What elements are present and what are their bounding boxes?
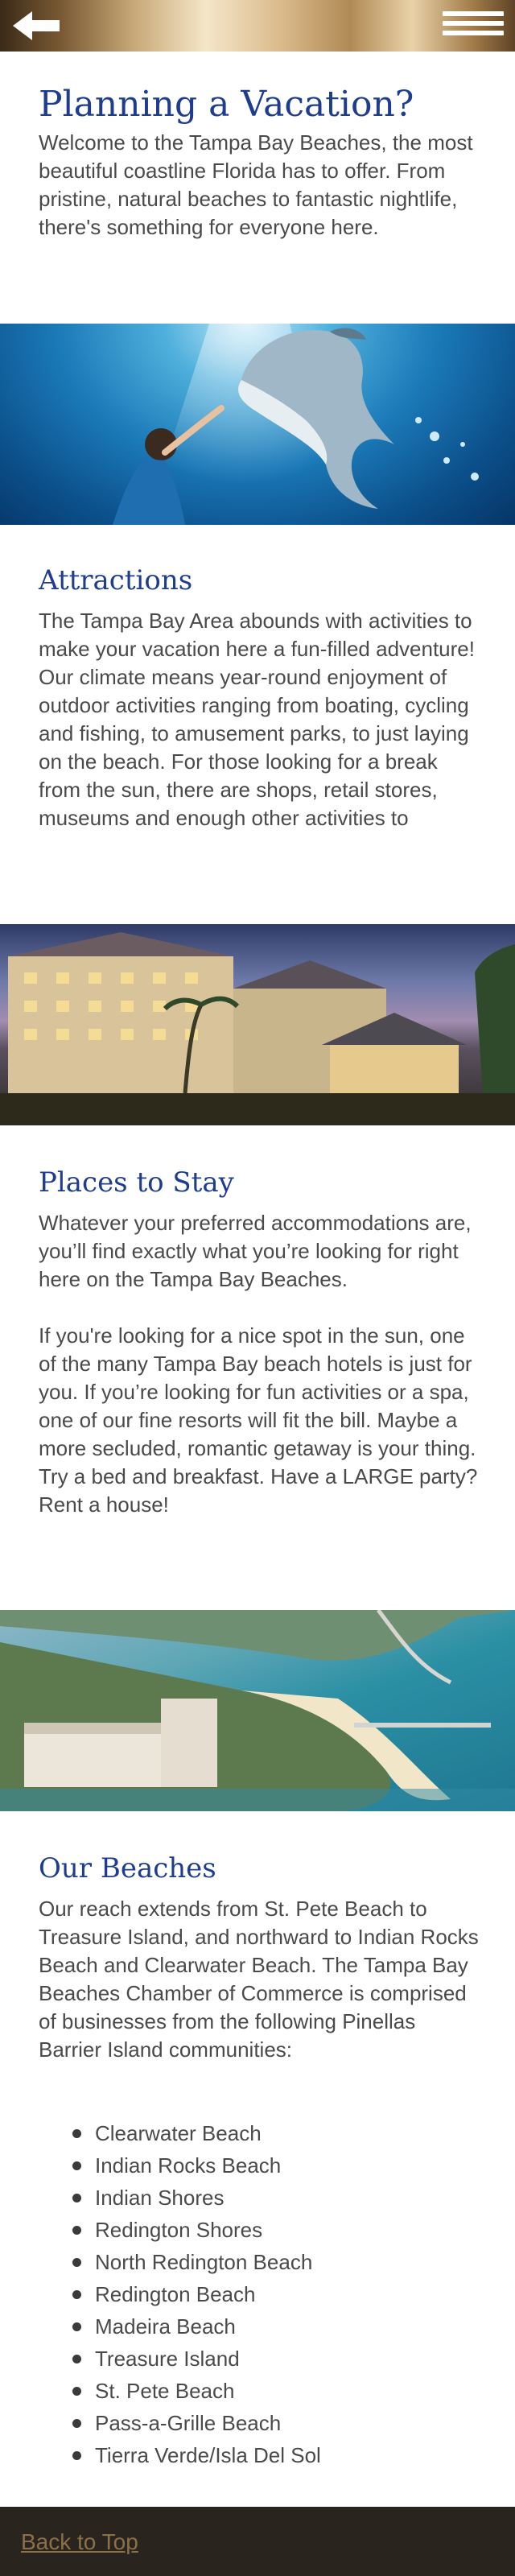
beaches-title: Our Beaches [39,1852,216,1885]
list-item: St. Pete Beach [39,2375,489,2407]
places-text-1: Whatever your preferred accommodations a… [39,1211,472,1291]
list-item: Indian Shores [39,2182,489,2214]
list-item: Redington Shores [39,2214,489,2246]
intro-section: Planning a Vacation? Welcome to the Tamp… [39,84,480,242]
places-text-2: If you're looking for a nice spot in the… [39,1323,478,1517]
list-item: Madeira Beach [39,2310,489,2343]
list-item: Indian Rocks Beach [39,2149,489,2182]
beaches-list: Clearwater Beach Indian Rocks Beach Indi… [39,2117,489,2471]
places-title: Places to Stay [39,1166,234,1199]
back-arrow-icon [13,11,60,40]
hotel-photo [0,924,515,1125]
footer: Back to Top [0,2507,515,2576]
hamburger-menu-icon[interactable] [443,11,504,40]
attractions-title: Attractions [39,564,193,597]
list-item: North Redington Beach [39,2246,489,2278]
list-item: Redington Beach [39,2278,489,2310]
places-section: Places to Stay Whatever your preferred a… [39,1166,480,1519]
beaches-section: Our Beaches Our reach extends from St. P… [39,1852,480,2064]
beaches-text: Our reach extends from St. Pete Beach to… [39,1897,479,2062]
page-title: Planning a Vacation? [39,84,414,125]
aerial-beach-photo [0,1610,515,1811]
attractions-text: The Tampa Bay Area abounds with activiti… [39,609,475,830]
intro-text: Welcome to the Tampa Bay Beaches, the mo… [39,130,473,239]
dolphin-photo [0,324,515,525]
header-bar [0,0,515,52]
list-item: Treasure Island [39,2343,489,2375]
back-to-top-link[interactable]: Back to Top [21,2529,138,2555]
back-button[interactable] [13,10,61,42]
attractions-section: Attractions The Tampa Bay Area abounds w… [39,564,480,832]
list-item: Tierra Verde/Isla Del Sol [39,2439,489,2471]
list-item: Pass-a-Grille Beach [39,2407,489,2439]
list-item: Clearwater Beach [39,2117,489,2149]
